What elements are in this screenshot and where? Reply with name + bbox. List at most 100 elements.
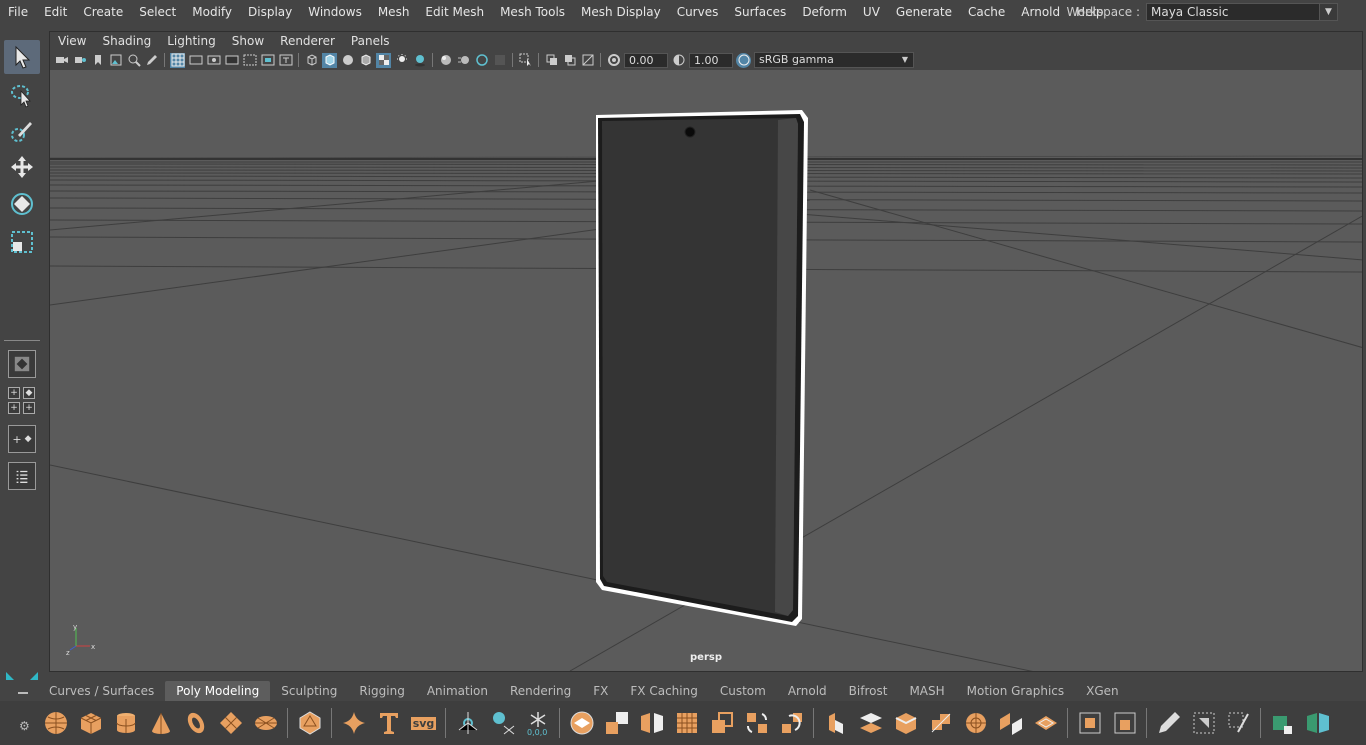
- color-management-button[interactable]: [736, 52, 751, 68]
- layout-persp-button[interactable]: ◆: [23, 387, 35, 399]
- layout-side-button[interactable]: +: [8, 402, 20, 414]
- make-live-button[interactable]: 0,0,0: [520, 707, 555, 739]
- tab-xgen[interactable]: XGen: [1075, 681, 1130, 701]
- gamma-field[interactable]: 1.00: [689, 52, 733, 68]
- bevel-button[interactable]: [888, 707, 923, 739]
- two-view-layout-button[interactable]: + ◆: [8, 425, 36, 453]
- exposure-reset-button[interactable]: [606, 53, 621, 68]
- menu-display[interactable]: Display: [240, 0, 300, 24]
- poly-plane-button[interactable]: [213, 707, 248, 739]
- panel-menu-renderer[interactable]: Renderer: [272, 32, 343, 50]
- tab-rigging[interactable]: Rigging: [348, 681, 415, 701]
- poly-sphere-button[interactable]: [38, 707, 73, 739]
- mirror-button[interactable]: [634, 707, 669, 739]
- extrude-button[interactable]: [818, 707, 853, 739]
- uv-toolkit-button[interactable]: [1221, 707, 1256, 739]
- menu-modify[interactable]: Modify: [184, 0, 240, 24]
- tab-sculpting[interactable]: Sculpting: [270, 681, 348, 701]
- view-transform-dropdown[interactable]: sRGB gamma ▼: [754, 52, 914, 68]
- exposure-field[interactable]: 0.00: [624, 52, 668, 68]
- screen-space-ao-button[interactable]: [438, 53, 453, 68]
- tab-custom[interactable]: Custom: [709, 681, 777, 701]
- workspace-dropdown[interactable]: Maya Classic ▼: [1146, 3, 1338, 21]
- menu-edit[interactable]: Edit: [36, 0, 75, 24]
- gate-mask-button[interactable]: [224, 53, 239, 68]
- gamma-reset-button[interactable]: [671, 53, 686, 68]
- multi-cut-button[interactable]: [923, 707, 958, 739]
- retopologize-button[interactable]: [774, 707, 809, 739]
- tab-bifrost[interactable]: Bifrost: [838, 681, 899, 701]
- pencil-curve-button[interactable]: [1151, 707, 1186, 739]
- smooth-button[interactable]: [669, 707, 704, 739]
- menu-file[interactable]: File: [0, 0, 36, 24]
- default-material-button[interactable]: [340, 53, 355, 68]
- scale-tool-button[interactable]: [4, 225, 40, 259]
- film-gate-button[interactable]: [188, 53, 203, 68]
- menu-uv[interactable]: UV: [855, 0, 888, 24]
- menu-curves[interactable]: Curves: [669, 0, 727, 24]
- menu-mesh[interactable]: Mesh: [370, 0, 418, 24]
- platonic-solid-button[interactable]: [292, 707, 327, 739]
- camera-attributes-button[interactable]: [72, 53, 87, 68]
- offset-edge-loop-button[interactable]: [1028, 707, 1063, 739]
- perspective-viewport[interactable]: View Shading Lighting Show Renderer Pane…: [49, 31, 1363, 672]
- gear-icon[interactable]: ⚙: [19, 719, 30, 733]
- single-perspective-layout-button[interactable]: [8, 350, 36, 378]
- svg-button[interactable]: svg: [406, 707, 441, 739]
- xray-active-button[interactable]: [562, 53, 577, 68]
- shadows-button[interactable]: [412, 53, 427, 68]
- tab-poly-modeling[interactable]: Poly Modeling: [165, 680, 271, 701]
- remesh-button[interactable]: [739, 707, 774, 739]
- tab-fx[interactable]: FX: [582, 681, 619, 701]
- automatic-mapping-button[interactable]: [1107, 707, 1142, 739]
- panel-menu-view[interactable]: View: [50, 32, 94, 50]
- menu-generate[interactable]: Generate: [888, 0, 960, 24]
- menu-windows[interactable]: Windows: [300, 0, 370, 24]
- safe-action-button[interactable]: [260, 53, 275, 68]
- poly-disc-button[interactable]: [248, 707, 283, 739]
- scene-view[interactable]: [50, 70, 1363, 672]
- move-tool-button[interactable]: [4, 150, 40, 184]
- type-button[interactable]: [371, 707, 406, 739]
- phone-model[interactable]: [596, 110, 808, 626]
- wireframe-button[interactable]: [304, 53, 319, 68]
- chevron-down-icon[interactable]: ▼: [897, 53, 913, 67]
- planar-mapping-button[interactable]: [1072, 707, 1107, 739]
- insert-edge-loop-button[interactable]: [993, 707, 1028, 739]
- menu-mesh-tools[interactable]: Mesh Tools: [492, 0, 573, 24]
- tab-motion-graphics[interactable]: Motion Graphics: [956, 681, 1076, 701]
- menu-arnold[interactable]: Arnold: [1013, 0, 1068, 24]
- paint-select-tool-button[interactable]: [4, 114, 40, 148]
- layout-front-button[interactable]: +: [23, 402, 35, 414]
- tab-arnold[interactable]: Arnold: [777, 681, 838, 701]
- hypershade-button[interactable]: [1300, 707, 1335, 739]
- menu-create[interactable]: Create: [75, 0, 131, 24]
- separate-button[interactable]: [599, 707, 634, 739]
- tab-curves-surfaces[interactable]: Curves / Surfaces: [38, 681, 165, 701]
- create-material-button[interactable]: [1265, 707, 1300, 739]
- reduce-button[interactable]: [704, 707, 739, 739]
- sweep-mesh-button[interactable]: [450, 707, 485, 739]
- uv-editor-button[interactable]: [1186, 707, 1221, 739]
- outliner-layout-button[interactable]: [8, 462, 36, 490]
- field-chart-button[interactable]: [242, 53, 257, 68]
- bridge-button[interactable]: [853, 707, 888, 739]
- poly-torus-button[interactable]: [178, 707, 213, 739]
- tab-animation[interactable]: Animation: [416, 681, 499, 701]
- menu-deform[interactable]: Deform: [794, 0, 855, 24]
- bookmark-button[interactable]: [90, 53, 105, 68]
- rotate-tool-button[interactable]: [4, 187, 40, 221]
- camera-select-button[interactable]: [54, 53, 69, 68]
- lasso-tool-button[interactable]: [4, 78, 40, 112]
- xray-joints-button[interactable]: [580, 53, 595, 68]
- isolate-select-button[interactable]: [518, 53, 533, 68]
- smooth-shade-button[interactable]: [322, 52, 337, 68]
- motion-blur-button[interactable]: [456, 53, 471, 68]
- wireframe-on-shaded-button[interactable]: [358, 53, 373, 68]
- image-plane-button[interactable]: [108, 53, 123, 68]
- curve-tool-button[interactable]: [485, 707, 520, 739]
- poly-cone-button[interactable]: [143, 707, 178, 739]
- safe-title-button[interactable]: [278, 53, 293, 68]
- menu-edit-mesh[interactable]: Edit Mesh: [417, 0, 492, 24]
- panel-menu-shading[interactable]: Shading: [94, 32, 159, 50]
